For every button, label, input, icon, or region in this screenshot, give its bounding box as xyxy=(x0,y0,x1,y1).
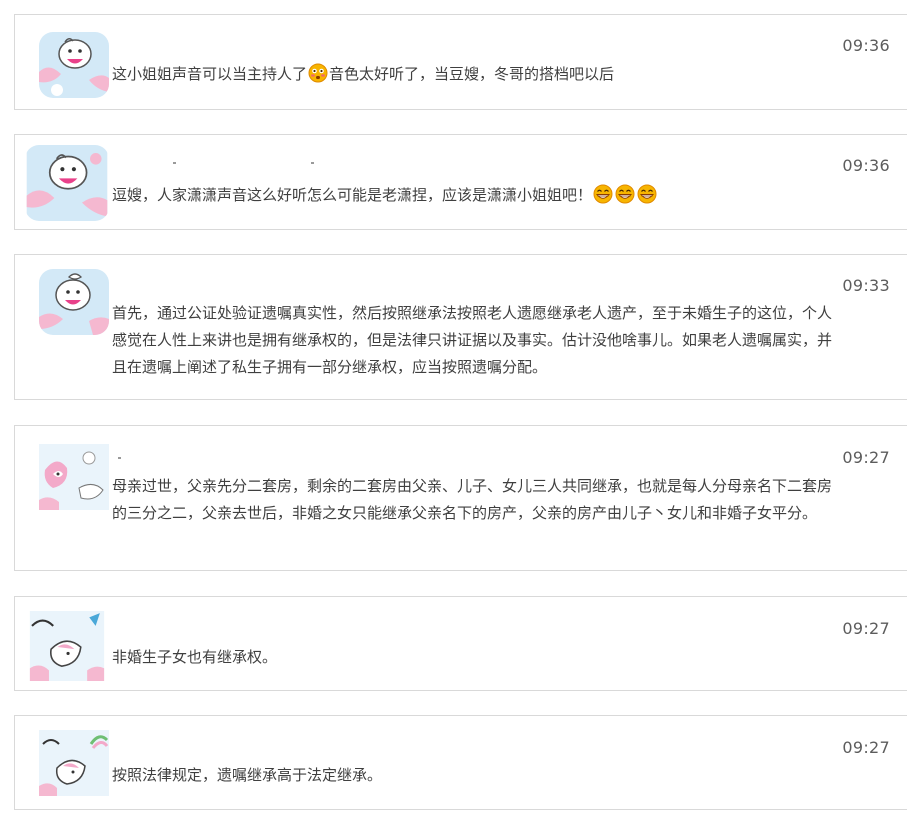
comment-card: 09:36 逗嫂，人家潇潇声音这么好听怎么可能是老潇捏，应该是潇潇小姐姐吧！ xyxy=(14,134,907,230)
comment-list: 09:36 这小姐姐声音可以当主持人了 音色太好听了，当豆嫂，冬哥的搭档吧以后 0… xyxy=(0,0,907,826)
user-avatar[interactable] xyxy=(25,611,109,681)
comment-text-part: 这小姐姐声音可以当主持人了 xyxy=(112,65,308,83)
decorative-dots xyxy=(115,160,315,166)
comment-text-part: 音色太好听了，当豆嫂，冬哥的搭档吧以后 xyxy=(329,65,615,83)
cartoon-unicorn-avatar-icon xyxy=(39,730,109,796)
grinning-face-emoji-icon xyxy=(593,184,613,204)
cartoon-unicorn-avatar-icon xyxy=(39,444,109,510)
user-avatar[interactable] xyxy=(39,730,109,796)
comment-card: 09:36 这小姐姐声音可以当主持人了 音色太好听了，当豆嫂，冬哥的搭档吧以后 xyxy=(14,14,907,110)
comment-text: 母亲过世，父亲先分二套房，剩余的二套房由父亲、儿子、女儿三人共同继承，也就是每人… xyxy=(112,477,833,522)
comment-text: 这小姐姐声音可以当主持人了 音色太好听了，当豆嫂，冬哥的搭档吧以后 xyxy=(112,61,832,88)
comment-time: 09:36 xyxy=(842,156,890,175)
grinning-face-emoji-icon xyxy=(637,184,657,204)
comment-time: 09:36 xyxy=(842,36,890,55)
comment-card: 09:27 非婚生子女也有继承权。 xyxy=(14,596,907,691)
comment-card: 09:33 首先，通过公证处验证遗嘱真实性，然后按照继承法按照老人遗愿继承老人遗… xyxy=(14,254,907,400)
comment-text-part: 逗嫂，人家潇潇声音这么好听怎么可能是老潇捏，应该是潇潇小姐姐吧！ xyxy=(112,186,593,204)
comment-time: 09:33 xyxy=(842,276,890,295)
user-avatar[interactable] xyxy=(39,32,109,98)
decorative-dots xyxy=(115,455,315,461)
cartoon-pig-avatar-icon xyxy=(39,32,109,98)
user-avatar[interactable] xyxy=(39,444,109,510)
flushed-face-emoji-icon xyxy=(308,63,328,83)
comment-text: 逗嫂，人家潇潇声音这么好听怎么可能是老潇捏，应该是潇潇小姐姐吧！ xyxy=(112,182,832,209)
comment-card: 09:27 母亲过世，父亲先分二套房，剩余的二套房由父亲、儿子、女儿三人共同继承… xyxy=(14,425,907,571)
user-avatar[interactable] xyxy=(39,269,109,335)
comment-text: 首先，通过公证处验证遗嘱真实性，然后按照继承法按照老人遗愿继承老人遗产，至于未婚… xyxy=(112,304,833,376)
cartoon-pig-avatar-icon xyxy=(26,145,108,221)
comment-card: 09:27 按照法律规定，遗嘱继承高于法定继承。 xyxy=(14,715,907,810)
cartoon-pig-avatar-icon xyxy=(39,269,109,335)
user-avatar[interactable] xyxy=(25,145,109,221)
grinning-face-emoji-icon xyxy=(615,184,635,204)
comment-time: 09:27 xyxy=(842,738,890,757)
comment-text: 非婚生子女也有继承权。 xyxy=(112,648,278,666)
cartoon-unicorn-avatar-icon xyxy=(29,611,105,681)
comment-time: 09:27 xyxy=(842,448,890,467)
comment-time: 09:27 xyxy=(842,619,890,638)
comment-text: 按照法律规定，遗嘱继承高于法定继承。 xyxy=(112,766,383,784)
